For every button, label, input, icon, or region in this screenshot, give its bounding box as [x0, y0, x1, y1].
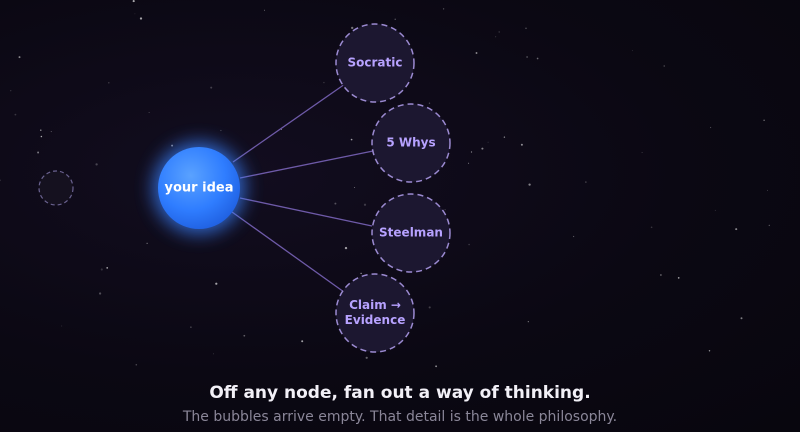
- center-node-label: your idea: [164, 180, 234, 196]
- method-label-5-whys: 5 Whys: [386, 135, 436, 150]
- method-label-steelman: Steelman: [379, 225, 443, 240]
- canvas-background: your idea Socratic 5 Whys Steelman Claim…: [0, 0, 800, 432]
- connector-claim-evidence: [231, 211, 345, 293]
- connector-5-whys: [239, 150, 374, 179]
- caption-subtitle: The bubbles arrive empty. That detail is…: [182, 409, 618, 425]
- method-label-socratic: Socratic: [347, 55, 403, 70]
- connector-socratic: [232, 83, 346, 163]
- caption-title: Off any node, fan out a way of thinking.: [209, 383, 591, 403]
- caption: Off any node, fan out a way of thinking.…: [0, 381, 800, 428]
- method-label-claim-evidence: Claim → Evidence: [344, 298, 406, 327]
- parent-node-bubble[interactable]: [38, 170, 74, 206]
- connector-steelman: [239, 197, 373, 227]
